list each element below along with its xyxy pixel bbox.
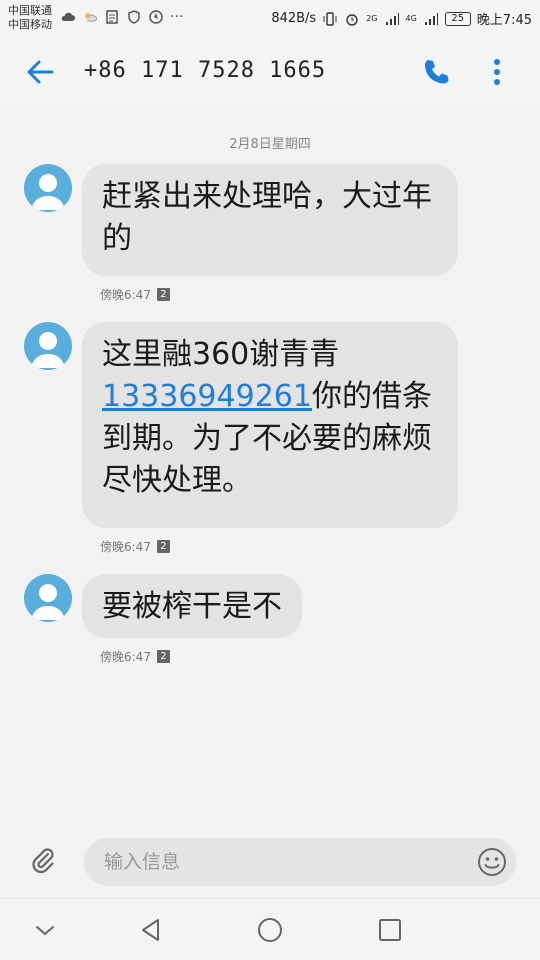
recents-square-icon[interactable] [375,915,405,945]
message-input-box [84,838,516,886]
compass-icon [149,10,163,24]
system-nav-bar [0,898,540,960]
back-triangle-icon[interactable] [136,915,166,945]
message-text: 这里融360谢青青 [102,337,340,372]
sim-badge: 2 [156,650,170,663]
contact-number: +86 171 7528 1665 [84,58,327,83]
status-bar: 中国联通 中国移动 ··· 842B/s 2G 4G 25 晚上7:45 [0,0,540,36]
message-text: 要被榨干是不 [102,589,282,624]
message-bubble[interactable]: 要被榨干是不 [82,574,302,638]
person-icon [31,174,65,210]
document-icon [106,10,118,24]
signal-icon [385,12,399,25]
back-arrow-icon[interactable] [22,54,58,90]
date-separator: 2月8日星期四 [229,137,311,152]
message-input[interactable] [84,838,444,886]
cloud-icon [61,12,75,21]
smiley-icon[interactable] [476,846,508,878]
more-vertical-icon[interactable] [482,54,512,90]
message-text: 赶紧出来处理哈，大过年的 [102,179,432,256]
net-speed: 842B/s [271,11,317,26]
sim-badge: 2 [156,288,170,301]
message-composer [0,830,540,892]
avatar[interactable] [24,574,72,622]
signal-2-label: 4G [405,14,417,23]
vibrate-icon [323,11,337,26]
battery-icon: 25 [444,11,471,26]
message-meta: 傍晚6:47 2 [100,538,170,555]
status-right: 842B/s 2G 4G 25 晚上7:45 [271,9,532,28]
notification-icons: ··· [60,9,183,25]
shield-icon [128,10,140,24]
person-icon [31,584,65,620]
paperclip-icon[interactable] [26,844,58,876]
message-meta: 傍晚6:47 2 [100,648,170,665]
avatar[interactable] [24,164,72,212]
more-notifications-icon: ··· [170,9,184,25]
phone-icon[interactable] [418,54,454,90]
message-time: 傍晚6:47 [100,288,151,302]
message-bubble[interactable]: 赶紧出来处理哈，大过年的 [82,164,458,276]
message-time: 傍晚6:47 [100,650,151,664]
signal-1-label: 2G [366,14,378,23]
home-circle-icon[interactable] [255,915,285,945]
message-meta: 傍晚6:47 2 [100,286,170,303]
clock: 晚上7:45 [476,13,532,28]
carrier-1: 中国联通 [8,4,52,17]
weather-icon [85,13,97,22]
message-bubble[interactable]: 这里融360谢青青13336949261你的借条到期。为了不必要的麻烦尽快处理。 [82,322,458,528]
phone-number-link[interactable]: 13336949261 [102,379,312,414]
alarm-icon [346,13,358,26]
message-time: 傍晚6:47 [100,540,151,554]
sim-badge: 2 [156,540,170,553]
person-icon [31,332,65,368]
carrier-2: 中国移动 [8,18,52,31]
signal-icon-2 [424,12,438,25]
avatar[interactable] [24,322,72,370]
chevron-down-icon[interactable] [30,915,60,945]
conversation-header: +86 171 7528 1665 [0,36,540,106]
carrier-labels: 中国联通 中国移动 [8,4,52,32]
